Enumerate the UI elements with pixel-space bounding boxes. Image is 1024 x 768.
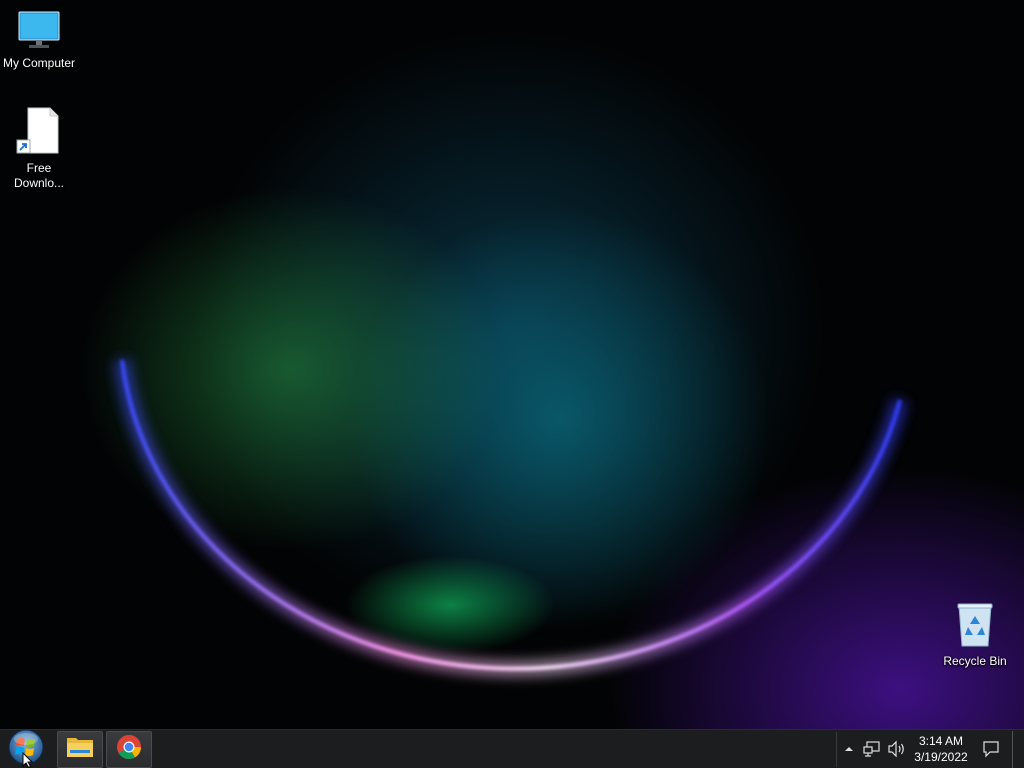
file-explorer-icon [66,735,94,764]
show-hidden-icons-arrow[interactable] [843,742,855,756]
wallpaper-glow-rim [114,359,908,677]
taskbar: 3:14 AM 3/19/2022 [0,729,1024,768]
document-shortcut-icon [0,107,78,159]
volume-icon[interactable] [887,740,907,758]
desktop-icon-label-line2: Downlo... [13,176,65,190]
desktop-icon-my-computer[interactable]: My Computer [0,10,78,71]
clock-time: 3:14 AM [918,734,964,748]
show-desktop-button[interactable] [1012,731,1024,768]
action-center-icon[interactable] [982,740,1000,758]
desktop-icon-label: My Computer [2,56,76,70]
chrome-icon [116,734,142,765]
desktop-icon-label: Recycle Bin [943,654,1007,668]
taskbar-clock[interactable]: 3:14 AM 3/19/2022 [907,733,975,765]
recycle-bin-icon [936,602,1014,652]
tray-separator [836,732,837,767]
clock-date: 3/19/2022 [914,750,968,764]
desktop[interactable]: My Computer Free Downlo... Recycle Bin [0,0,1024,729]
network-icon[interactable] [863,740,881,758]
taskbar-file-explorer-button[interactable] [57,731,103,768]
mouse-cursor-icon [22,751,34,768]
desktop-icon-label-line1: Free [26,161,52,175]
taskbar-chrome-button[interactable] [106,731,152,768]
desktop-icon-recycle-bin[interactable]: Recycle Bin [936,602,1014,669]
monitor-icon [0,10,78,54]
desktop-icon-free-download[interactable]: Free Downlo... [0,107,78,191]
